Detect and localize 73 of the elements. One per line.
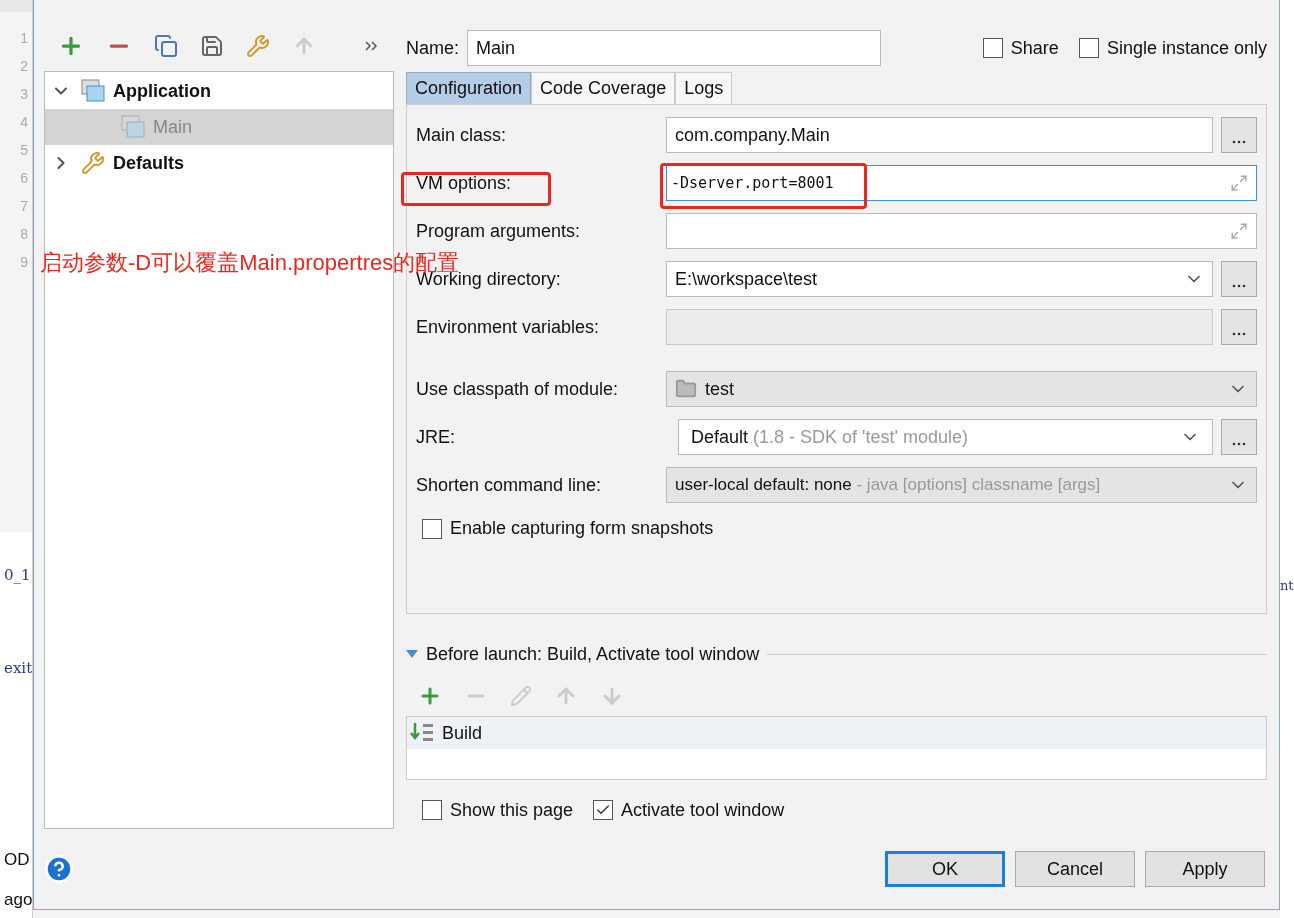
expand-icon[interactable] [1230,222,1248,240]
browse-button[interactable] [1221,261,1257,297]
module-dropdown[interactable]: test [666,371,1257,407]
checkbox-label: Show this page [450,798,574,822]
name-field[interactable]: Main [467,30,881,66]
save-icon[interactable] [200,33,224,58]
line-number: 1 [20,29,28,48]
status-text: OD [4,849,31,871]
checkbox-label: Single instance only [1106,36,1267,60]
ellipsis-icon [1232,284,1246,288]
checkbox[interactable] [982,38,1003,58]
tab[interactable]: Configuration [406,72,532,104]
code-text: 0_1 [4,565,32,586]
ellipsis-icon [1232,332,1246,336]
help-icon[interactable] [44,854,74,884]
browse-button[interactable] [1221,117,1257,153]
copy-icon[interactable] [154,33,178,58]
code-text: nt [1280,577,1294,595]
field-label: Use classpath of module: [416,377,619,401]
line-number: 2 [20,57,28,76]
collapse-triangle-icon[interactable] [406,650,418,658]
field-value: -Dserver.port=8001 [671,172,834,194]
dialog-button[interactable]: Apply [1145,851,1265,887]
expand-icon[interactable] [1230,174,1248,192]
wrench-icon [81,151,105,176]
checkbox-label: Activate tool window [621,798,785,822]
tree-item[interactable]: Defaults [113,149,184,177]
ellipsis-icon [1232,442,1246,446]
name-label: Name: [406,36,459,60]
tab[interactable]: Logs [675,72,733,104]
checkbox-label: Share [1010,36,1059,60]
folder-icon [675,378,697,400]
field-label: Environment variables: [416,315,600,339]
field-label: JRE: [416,425,456,449]
checkbox[interactable] [1078,38,1099,58]
task-item[interactable]: Build [407,717,1266,749]
combo-box[interactable]: E:\workspace\test [666,261,1213,297]
checkbox[interactable] [422,800,442,820]
line-number: 3 [20,85,28,104]
line-number: 7 [20,197,28,216]
checkbox[interactable] [422,518,442,539]
field-label: VM options: [416,171,512,195]
field-label: Main class: [416,123,507,147]
jre-dropdown[interactable]: Default (1.8 - SDK of 'test' module) [678,419,1213,455]
dialog-button[interactable]: Cancel [1015,851,1135,887]
browse-button[interactable] [1221,419,1257,455]
field-value: E:\workspace\test [675,267,818,291]
text-field[interactable]: -Dserver.port=8001 [666,165,1257,201]
checkbox[interactable] [593,800,614,820]
text-field[interactable] [666,309,1213,345]
shorten-dropdown[interactable]: user-local default: none - java [options] classname [args] [666,467,1257,503]
section-title: Before launch: Build, Activate tool window [426,642,760,666]
status-text: ago [4,888,32,911]
text-field[interactable]: com.company.Main [666,117,1213,153]
code-text: exit [4,657,32,679]
more-icon[interactable] [364,39,378,52]
window-icon [121,115,145,140]
line-number: 9 [20,253,28,272]
ellipsis-icon [1232,140,1246,144]
line-number: 5 [20,141,28,160]
tree-item[interactable]: Application [113,77,211,105]
browse-button[interactable] [1221,309,1257,345]
line-number: 4 [20,113,28,132]
checkbox-label: Enable capturing form snapshots [450,517,714,540]
wrench-icon[interactable] [246,33,270,58]
window-icon [81,79,105,104]
text-field[interactable] [666,213,1257,249]
dialog-button[interactable]: OK [885,851,1005,887]
line-number: 6 [20,169,28,188]
line-number: 8 [20,225,28,244]
field-label: Shorten command line: [416,473,602,497]
tab[interactable]: Code Coverage [531,72,676,104]
field-label: Program arguments: [416,219,581,243]
